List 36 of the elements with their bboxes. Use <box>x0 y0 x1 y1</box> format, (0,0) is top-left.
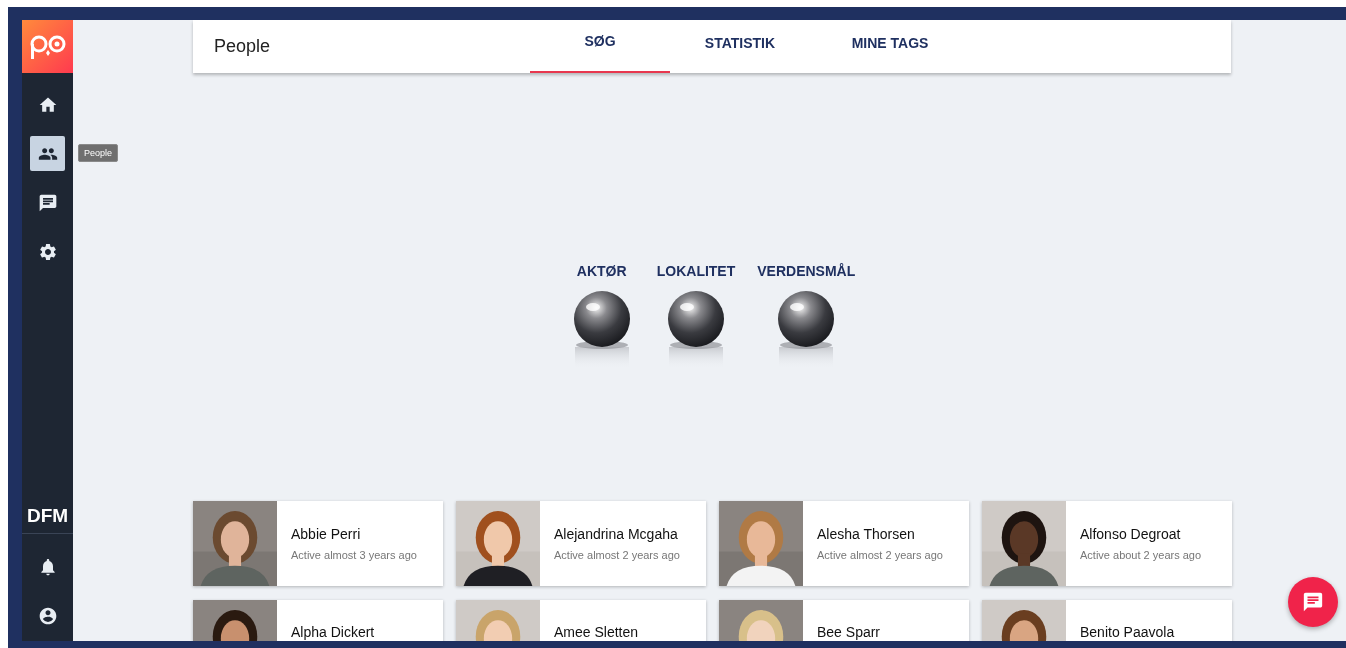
person-card[interactable]: Alejandrina Mcgaha Active almost 2 years ago <box>456 501 706 586</box>
page-title: People <box>213 36 272 57</box>
activity-text: Active almost 2 years ago <box>554 549 680 561</box>
tooltip: People <box>78 144 119 162</box>
account-icon <box>37 605 58 626</box>
person-card[interactable]: Alfonso Degroat Active about 2 years ago <box>982 501 1232 586</box>
chat-button[interactable] <box>1288 577 1338 627</box>
person-name: Alfonso Degroat <box>1080 526 1182 542</box>
person-name: Alpha Dickert <box>291 624 375 640</box>
activity-text: Active almost 2 years ago <box>817 549 943 561</box>
category-link[interactable]: VERDENSMÅL <box>757 263 856 279</box>
person-name: Bee Sparr <box>817 624 881 640</box>
nav-button[interactable] <box>30 136 65 171</box>
activity-text: Active almost 3 years ago <box>291 549 417 561</box>
tab[interactable]: MINE TAGS <box>810 20 970 73</box>
tab[interactable]: STATISTIK <box>670 20 810 73</box>
org-name: DFM <box>26 505 69 528</box>
chat-icon <box>37 192 58 213</box>
tab[interactable]: SØG <box>530 20 670 73</box>
person-card[interactable]: Alpha Dickert <box>193 600 443 641</box>
person-card[interactable]: Alesha Thorsen Active almost 2 years ago <box>719 501 969 586</box>
category-link[interactable]: LOKALITET <box>656 263 736 279</box>
chat-icon <box>1302 591 1324 613</box>
person-name: Amee Sletten <box>554 624 639 640</box>
person-card[interactable]: Bee Sparr <box>719 600 969 641</box>
person-card[interactable]: Amee Sletten <box>456 600 706 641</box>
logo-icon[interactable] <box>22 20 73 73</box>
category-link[interactable]: AKTØR <box>576 263 627 279</box>
person-card[interactable]: Benito Paavola <box>982 600 1232 641</box>
activity-text: Active about 2 years ago <box>1080 549 1202 561</box>
settings-icon <box>37 241 58 262</box>
person-name: Benito Paavola <box>1080 624 1175 640</box>
person-name: Alejandrina Mcgaha <box>554 526 679 542</box>
person-card[interactable]: Abbie Perri Active almost 3 years ago <box>193 501 443 586</box>
person-name: Alesha Thorsen <box>817 526 916 542</box>
person-name: Abbie Perri <box>291 526 362 542</box>
